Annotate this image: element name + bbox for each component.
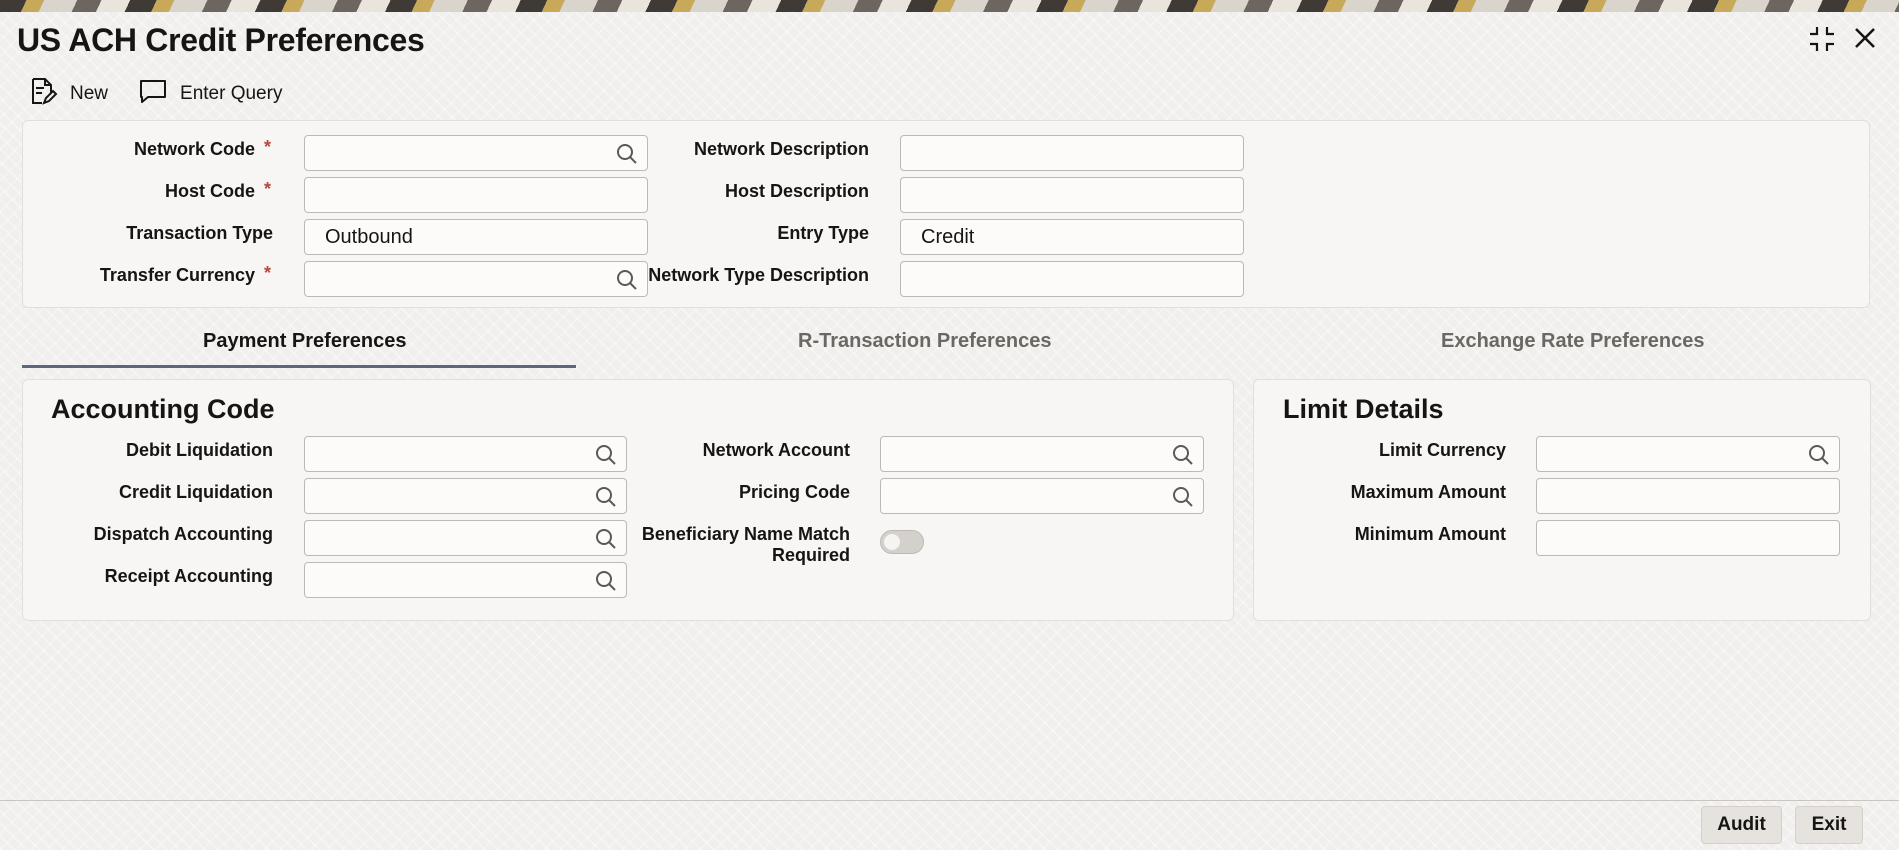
new-button[interactable]: New xyxy=(28,76,108,112)
tab-exchange-rate-preferences[interactable]: Exchange Rate Preferences xyxy=(1441,330,1704,353)
transfer-currency-input[interactable] xyxy=(304,261,648,297)
network-type-description-field xyxy=(900,261,1244,297)
exit-button[interactable]: Exit xyxy=(1795,806,1863,844)
search-icon[interactable] xyxy=(1172,444,1194,472)
tab-r-transaction-preferences[interactable]: R-Transaction Preferences xyxy=(798,330,1051,353)
transaction-type-field: Outbound xyxy=(304,219,648,255)
network-code-required-mark: * xyxy=(264,137,272,157)
network-account-label: Network Account xyxy=(702,440,850,460)
transaction-type-value: Outbound xyxy=(325,225,413,248)
transfer-currency-label: Transfer Currency xyxy=(99,265,255,285)
tab-payment-preferences[interactable]: Payment Preferences xyxy=(203,330,406,353)
beneficiary-name-match-toggle[interactable] xyxy=(880,530,924,554)
entry-type-field: Credit xyxy=(900,219,1244,255)
debit-liquidation-label: Debit Liquidation xyxy=(126,440,273,460)
debit-liquidation-input[interactable] xyxy=(304,436,627,472)
close-icon[interactable] xyxy=(1851,24,1879,59)
network-code-label: Network Code xyxy=(133,139,255,159)
search-icon[interactable] xyxy=(1172,486,1194,514)
search-icon[interactable] xyxy=(616,269,638,297)
host-code-label: Host Code xyxy=(165,181,255,201)
limit-currency-label: Limit Currency xyxy=(1378,440,1506,460)
transaction-type-label: Transaction Type xyxy=(126,223,273,243)
network-account-input[interactable] xyxy=(880,436,1204,472)
new-document-icon xyxy=(28,76,58,112)
entry-type-label: Entry Type xyxy=(777,223,869,243)
receipt-accounting-input[interactable] xyxy=(304,562,627,598)
search-icon[interactable] xyxy=(595,486,617,514)
pricing-code-input[interactable] xyxy=(880,478,1204,514)
network-code-input[interactable] xyxy=(304,135,648,171)
beneficiary-name-match-label-line1: Beneficiary Name Match xyxy=(641,524,850,544)
credit-liquidation-input[interactable] xyxy=(304,478,627,514)
search-icon[interactable] xyxy=(595,444,617,472)
tab-bar: Payment Preferences R-Transaction Prefer… xyxy=(22,322,1870,368)
accounting-code-title: Accounting Code xyxy=(51,394,275,424)
maximum-amount-input[interactable] xyxy=(1536,478,1840,514)
page-title: US ACH Credit Preferences xyxy=(17,22,425,58)
limit-details-title: Limit Details xyxy=(1283,394,1444,424)
transfer-currency-required-mark: * xyxy=(264,263,272,283)
dispatch-accounting-input[interactable] xyxy=(304,520,627,556)
search-icon[interactable] xyxy=(1808,444,1830,472)
audit-button[interactable]: Audit xyxy=(1701,806,1782,844)
host-description-field xyxy=(900,177,1244,213)
enter-query-label: Enter Query xyxy=(180,83,283,104)
search-icon[interactable] xyxy=(616,143,638,171)
network-description-field xyxy=(900,135,1244,171)
pricing-code-label: Pricing Code xyxy=(738,482,850,502)
credit-liquidation-label: Credit Liquidation xyxy=(119,482,273,502)
host-code-required-mark: * xyxy=(264,179,272,199)
enter-query-button[interactable]: Enter Query xyxy=(138,76,282,112)
search-icon[interactable] xyxy=(595,528,617,556)
header-banner xyxy=(0,0,1899,12)
new-label: New xyxy=(70,83,109,104)
host-code-input[interactable] xyxy=(304,177,648,213)
minimum-amount-input[interactable] xyxy=(1536,520,1840,556)
maximum-amount-label: Maximum Amount xyxy=(1350,482,1506,502)
receipt-accounting-label: Receipt Accounting xyxy=(104,566,273,586)
active-tab-indicator xyxy=(22,365,576,368)
dispatch-accounting-label: Dispatch Accounting xyxy=(93,524,273,544)
host-description-label: Host Description xyxy=(724,181,869,201)
limit-currency-input[interactable] xyxy=(1536,436,1840,472)
chat-query-icon xyxy=(138,76,168,112)
footer-divider xyxy=(0,800,1899,801)
search-icon[interactable] xyxy=(595,570,617,598)
fullscreen-collapse-icon[interactable] xyxy=(1807,24,1837,59)
minimum-amount-label: Minimum Amount xyxy=(1354,524,1506,544)
beneficiary-name-match-label-line2: Required xyxy=(771,545,850,565)
entry-type-value: Credit xyxy=(921,225,975,248)
network-type-description-label: Network Type Description xyxy=(648,265,869,285)
network-description-label: Network Description xyxy=(693,139,869,159)
toolbar: New Enter Query xyxy=(28,76,282,112)
window-controls xyxy=(1807,24,1879,59)
